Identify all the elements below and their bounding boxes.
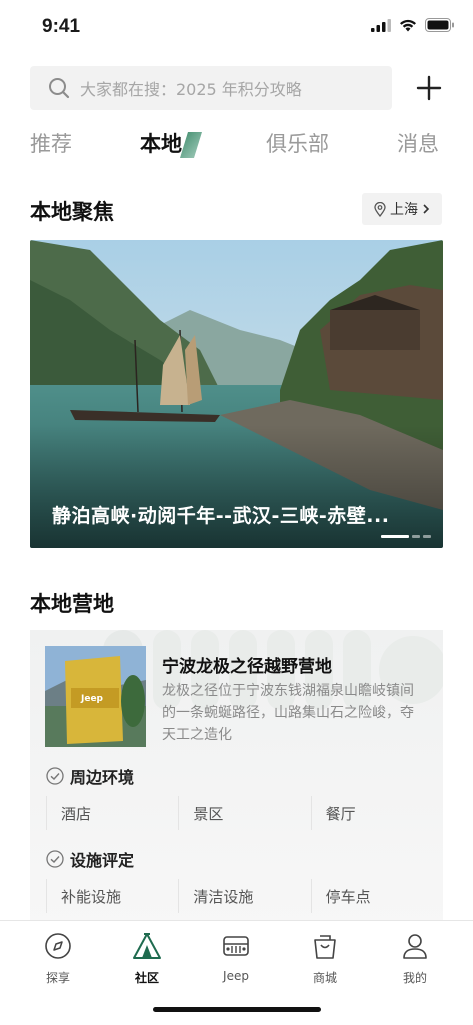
top-tabs: 推荐 本地 俱乐部 消息	[30, 128, 443, 168]
surroundings-item-restaurant[interactable]: 餐厅	[310, 796, 443, 830]
wifi-icon	[400, 19, 416, 31]
location-selector[interactable]: 上海	[362, 193, 442, 225]
jeep-icon	[223, 936, 249, 956]
camp-card[interactable]: Jeep 宁波龙极之径越野营地 龙极之径位于宁波东钱湖福泉山瞻岐镇间的一条蜿蜒路…	[30, 630, 443, 930]
tab-club[interactable]: 俱乐部	[266, 128, 329, 158]
camp-image: Jeep	[45, 646, 146, 747]
shopping-bag-icon	[314, 935, 336, 959]
status-bar: 9:41	[0, 0, 473, 56]
tabbar-label-mall: 商城	[312, 971, 337, 985]
search-row: 大家都在搜：2025 年积分攻略	[30, 66, 443, 110]
tabbar-item-mall[interactable]: 商城	[295, 931, 355, 986]
location-pin-icon	[374, 201, 386, 217]
tabbar-item-me[interactable]: 我的	[385, 931, 445, 986]
tabbar-item-community[interactable]: 社区	[117, 931, 177, 986]
chevron-right-icon	[423, 204, 430, 214]
camp-description: 龙极之径位于宁波东钱湖福泉山瞻岐镇间的一条蜿蜒路径，山路集山石之险峻，夺天工之造…	[162, 683, 414, 743]
surroundings-item-hotel[interactable]: 酒店	[46, 796, 178, 830]
check-circle-icon	[46, 850, 64, 868]
user-icon	[403, 934, 427, 959]
tabbar-label-explore: 探享	[45, 971, 70, 985]
search-placeholder: 大家都在搜：2025 年积分攻略	[80, 80, 302, 99]
surroundings-item-scenic[interactable]: 景区	[178, 796, 310, 830]
active-tab-indicator-icon	[180, 132, 202, 158]
home-indicator	[153, 1007, 321, 1012]
local-focus-title: 本地聚焦	[30, 200, 114, 224]
facility-item-energy[interactable]: 补能设施	[46, 879, 178, 913]
add-icon[interactable]	[415, 74, 443, 102]
carousel-dot	[423, 535, 431, 538]
tab-messages[interactable]: 消息	[397, 128, 439, 158]
surroundings-label: 周边环境	[70, 768, 135, 787]
camp-name: 宁波龙极之径越野营地	[162, 657, 332, 677]
status-time: 9:41	[42, 16, 81, 37]
facility-item-parking[interactable]: 停车点	[310, 879, 443, 913]
facility-item-cleaning[interactable]: 清洁设施	[178, 879, 310, 913]
compass-icon	[45, 933, 71, 959]
banner-title: 静泊高峡·动阅千年--武汉-三峡-赤壁...	[52, 505, 390, 527]
battery-icon	[425, 18, 454, 32]
search-icon	[49, 78, 70, 99]
tent-icon	[133, 933, 161, 959]
local-camp-title: 本地营地	[30, 592, 114, 616]
tab-recommend[interactable]: 推荐	[30, 128, 72, 158]
local-focus-banner[interactable]: 静泊高峡·动阅千年--武汉-三峡-赤壁...	[30, 240, 443, 548]
tab-local[interactable]: 本地	[140, 128, 182, 158]
surroundings-heading: 周边环境	[46, 764, 134, 788]
tabbar-label-community: 社区	[134, 971, 159, 985]
tabbar-label-jeep: Jeep	[223, 969, 249, 983]
facilities-heading: 设施评定	[46, 847, 134, 871]
search-input[interactable]: 大家都在搜：2025 年积分攻略	[30, 66, 392, 110]
tabbar-item-jeep[interactable]: Jeep	[206, 931, 266, 983]
facilities-list: 补能设施 清洁设施 停车点	[46, 879, 443, 913]
check-circle-icon	[46, 767, 64, 785]
cellular-signal-icon	[371, 18, 391, 32]
camp-thumbnail: Jeep	[45, 646, 146, 747]
tabbar-item-explore[interactable]: 探享	[28, 931, 88, 986]
jeep-logo-text: Jeep	[80, 694, 104, 704]
location-label: 上海	[390, 202, 418, 218]
facilities-label: 设施评定	[70, 851, 135, 870]
carousel-dot-active	[381, 535, 409, 538]
surroundings-list: 酒店 景区 餐厅	[46, 796, 443, 830]
tabbar-label-me: 我的	[402, 971, 427, 985]
carousel-indicator	[381, 535, 431, 538]
carousel-dot	[412, 535, 420, 538]
